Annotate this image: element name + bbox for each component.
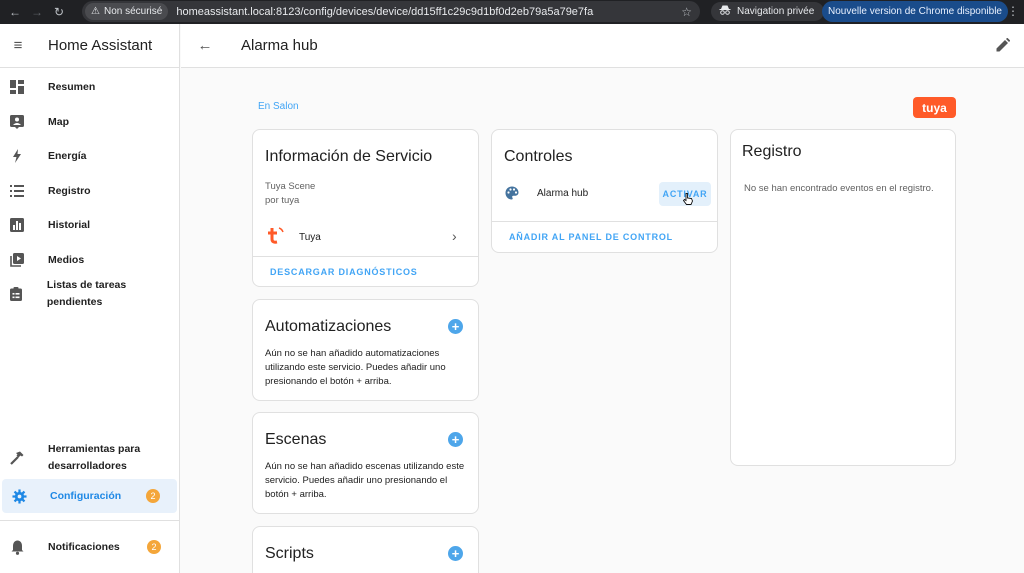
- scenes-card: Escenas + Aún no se han añadido escenas …: [252, 412, 479, 514]
- sidebar-item-map[interactable]: Map: [0, 105, 180, 139]
- sidebar-item-label: Herramientas para desarrolladores: [48, 443, 141, 472]
- map-account-icon: [0, 115, 34, 129]
- empty-message: Aún no se han añadido automatizaciones u…: [265, 348, 446, 387]
- sidebar-divider: [0, 520, 180, 521]
- scripts-card: Scripts +: [252, 526, 479, 573]
- bell-icon: [0, 540, 34, 555]
- incognito-icon: [719, 5, 731, 18]
- add-scene-button[interactable]: +: [448, 432, 463, 447]
- browser-toolbar: ← → ↻ ⚠ Non sécurisé homeassistant.local…: [0, 0, 1024, 24]
- address-bar[interactable]: ⚠ Non sécurisé homeassistant.local:8123/…: [82, 1, 700, 22]
- sidebar-item-label: Notificaciones: [48, 540, 120, 553]
- card-divider: [492, 221, 717, 222]
- device-manufacturer: por tuya: [265, 195, 300, 206]
- url-text[interactable]: homeassistant.local:8123/config/devices/…: [176, 6, 593, 18]
- sidebar-item-historial[interactable]: Historial: [0, 208, 180, 242]
- warning-icon: ⚠: [91, 6, 100, 17]
- sidebar-item-herramientas[interactable]: Herramientas para desarrolladores: [0, 440, 180, 476]
- area-link[interactable]: En Salon: [258, 101, 299, 112]
- tuya-icon: [267, 226, 285, 251]
- hand-cursor-icon: [682, 192, 693, 210]
- sidebar-item-label: Energía: [48, 149, 87, 162]
- integration-name: Tuya: [299, 232, 321, 243]
- card-title: Escenas: [265, 431, 327, 448]
- sidebar-item-listas-de-tareas[interactable]: Listas de tareas pendientes: [0, 277, 180, 311]
- card-title: Automatizaciones: [265, 318, 392, 335]
- sidebar-item-label: Registro: [48, 184, 91, 197]
- empty-message: Aún no se han añadido escenas utilizando…: [265, 461, 465, 500]
- logbook-card: Registro No se han encontrado eventos en…: [730, 129, 956, 466]
- gear-icon: [2, 488, 36, 504]
- sidebar-item-configuracion[interactable]: Configuración 2: [2, 479, 177, 513]
- service-info-card: Información de Servicio Tuya Scene por t…: [252, 129, 479, 287]
- automations-card: Automatizaciones + Aún no se han añadido…: [252, 299, 479, 401]
- sidebar-item-label: Historial: [48, 218, 91, 231]
- update-label: Nouvelle version de Chrome disponible: [828, 6, 1002, 17]
- back-arrow-icon[interactable]: ←: [8, 5, 22, 19]
- card-divider: [253, 256, 478, 257]
- sidebar-item-label: Resumen: [48, 80, 96, 93]
- card-title: Registro: [742, 143, 802, 160]
- back-arrow-icon[interactable]: ←: [181, 37, 229, 54]
- sidebar-item-energia[interactable]: Energía: [0, 139, 180, 173]
- config-badge: 2: [146, 489, 160, 503]
- device-model: Tuya Scene: [265, 181, 316, 192]
- entity-name: Alarma hub: [537, 188, 589, 199]
- app-title: Home Assistant: [48, 37, 153, 54]
- sidebar-item-notificaciones[interactable]: Notificaciones 2: [0, 530, 180, 564]
- hammer-icon: [0, 451, 34, 465]
- add-automation-button[interactable]: +: [448, 319, 463, 334]
- tuya-brand-logo: tuya: [913, 97, 956, 118]
- add-script-button[interactable]: +: [448, 546, 463, 561]
- card-title: Controles: [504, 148, 573, 165]
- sidebar-item-medios[interactable]: Medios: [0, 243, 180, 277]
- notifications-badge: 2: [147, 540, 161, 554]
- card-title: Información de Servicio: [265, 148, 433, 165]
- menu-collapse-icon[interactable]: ≡: [0, 37, 36, 54]
- forward-arrow-icon[interactable]: →: [30, 5, 44, 19]
- sidebar-item-label: Map: [48, 115, 69, 128]
- sidebar-item-label: Listas de tareas pendientes: [46, 279, 127, 308]
- page-header: ← Alarma hub: [181, 24, 1024, 68]
- sidebar-item-resumen[interactable]: Resumen: [0, 70, 180, 104]
- chrome-update-button[interactable]: Nouvelle version de Chrome disponible: [822, 1, 1008, 22]
- lightning-bolt-icon: [0, 149, 34, 163]
- sidebar: ≡ Home Assistant Resumen Map Energía Reg…: [0, 24, 180, 573]
- incognito-label: Navigation privée: [737, 6, 815, 17]
- incognito-indicator[interactable]: Navigation privée: [711, 2, 825, 21]
- list-icon: [0, 185, 34, 197]
- clipboard-list-icon: [0, 287, 33, 301]
- browser-menu-icon[interactable]: ⋮: [1007, 4, 1019, 18]
- download-diagnostics-button[interactable]: DESCARGAR DIAGNÓSTICOS: [270, 267, 418, 277]
- integration-row[interactable]: Tuya ›: [253, 222, 478, 251]
- sidebar-item-registro[interactable]: Registro: [0, 174, 180, 208]
- pencil-icon[interactable]: [996, 37, 1011, 57]
- sidebar-item-label: Configuración: [50, 489, 122, 502]
- add-to-dashboard-button[interactable]: AÑADIR AL PANEL DE CONTROL: [509, 232, 673, 242]
- chevron-right-icon: ›: [452, 228, 457, 244]
- palette-icon: [505, 186, 519, 205]
- security-chip[interactable]: ⚠ Non sécurisé: [85, 3, 169, 20]
- sidebar-header: ≡ Home Assistant: [0, 24, 179, 68]
- logbook-empty-message: No se han encontrado eventos en el regis…: [744, 183, 934, 194]
- security-label: Non sécurisé: [103, 6, 163, 17]
- chart-box-icon: [0, 218, 34, 232]
- play-box-multiple-icon: [0, 253, 34, 267]
- sidebar-item-label: Medios: [48, 253, 85, 266]
- page-title: Alarma hub: [241, 37, 318, 54]
- card-title: Scripts: [265, 545, 314, 562]
- bookmark-star-icon[interactable]: ☆: [681, 5, 692, 19]
- reload-icon[interactable]: ↻: [52, 5, 66, 19]
- dashboard-icon: [0, 80, 34, 94]
- controls-card: Controles Alarma hub ACTIVAR AÑADIR AL P…: [491, 129, 718, 253]
